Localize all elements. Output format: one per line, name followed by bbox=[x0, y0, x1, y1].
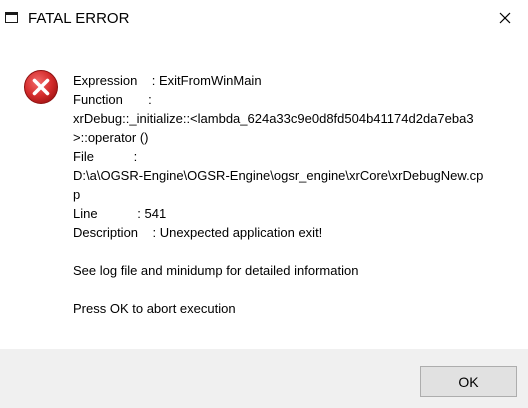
file-line: File : bbox=[73, 149, 138, 164]
expression-line: Expression : ExitFromWinMain bbox=[73, 73, 262, 88]
ok-button[interactable]: OK bbox=[420, 366, 517, 397]
fatal-error-dialog: FATAL ERROR Expression : ExitFromWinMain… bbox=[0, 0, 528, 408]
description-line: Description : Unexpected application exi… bbox=[73, 225, 323, 240]
line-number-line: Line : 541 bbox=[73, 206, 167, 221]
close-button[interactable] bbox=[482, 0, 528, 36]
abort-note: Press OK to abort execution bbox=[73, 301, 236, 316]
window-title: FATAL ERROR bbox=[28, 10, 130, 27]
button-bar: OK bbox=[0, 349, 528, 408]
window-icon bbox=[5, 12, 18, 23]
function-line: Function : bbox=[73, 92, 152, 107]
close-icon bbox=[499, 12, 511, 24]
file-path-line: D:\a\OGSR-Engine\OGSR-Engine\ogsr_engine… bbox=[73, 168, 484, 183]
log-note: See log file and minidump for detailed i… bbox=[73, 263, 359, 278]
error-icon bbox=[24, 70, 58, 104]
title-bar[interactable]: FATAL ERROR bbox=[0, 0, 528, 38]
function-value-line-cont: >::operator () bbox=[73, 130, 149, 145]
file-path-line-cont: p bbox=[73, 187, 81, 202]
function-value-line: xrDebug::_initialize::<lambda_624a33c9e0… bbox=[73, 111, 474, 126]
error-message: Expression : ExitFromWinMain Function : … bbox=[73, 71, 513, 318]
